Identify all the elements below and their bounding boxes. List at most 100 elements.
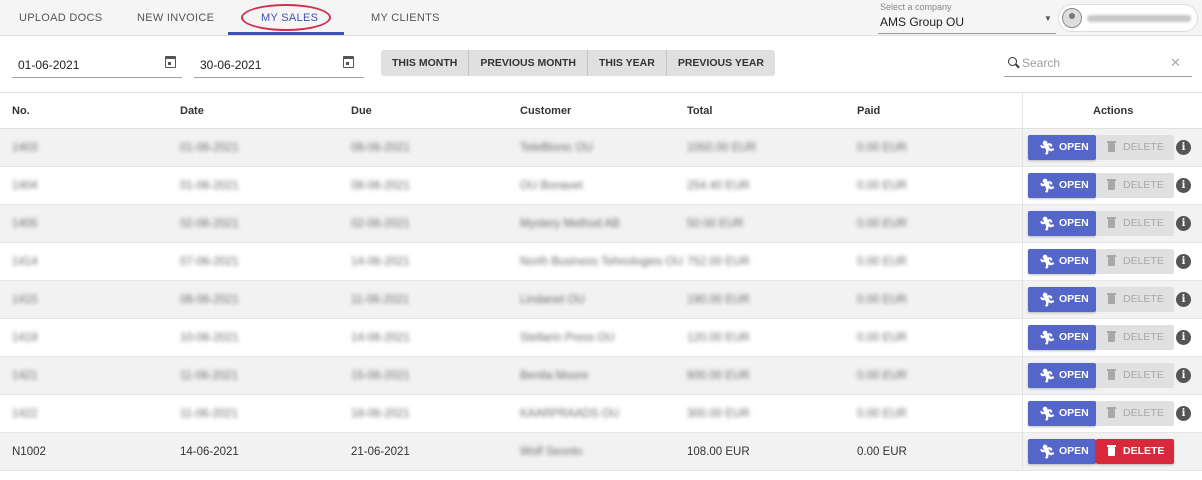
- this-year-button[interactable]: THIS YEAR: [588, 50, 667, 76]
- table-row[interactable]: 1415 08-06-2021 11-06-2021 Lindanet OÜ 190.0…: [0, 281, 1202, 319]
- cell-total: 50.00 EUR: [687, 218, 744, 230]
- info-icon[interactable]: i: [1176, 140, 1191, 155]
- cell-paid: 0.00 EUR: [857, 180, 907, 192]
- column-divider: [1022, 395, 1023, 432]
- company-select[interactable]: AMS Group OU: [880, 15, 964, 29]
- user-account-chip[interactable]: [1058, 4, 1198, 32]
- trash-icon: [1107, 255, 1116, 266]
- column-divider: [1022, 357, 1023, 394]
- open-button[interactable]: 🏃︎ OPEN: [1028, 173, 1096, 198]
- table-row[interactable]: 1422 11-06-2021 18-06-2021 KAARPRAADS OÜ 300…: [0, 395, 1202, 433]
- header-paid[interactable]: Paid: [857, 93, 880, 130]
- running-person-icon: 🏃︎: [1039, 292, 1056, 307]
- delete-button-label: DELETE: [1123, 407, 1164, 419]
- clear-icon[interactable]: ✕: [1170, 55, 1181, 71]
- cell-total: 600.00 EUR: [687, 370, 750, 382]
- table-row[interactable]: 1414 07-06-2021 14-06-2021 North Business T…: [0, 243, 1202, 281]
- open-button-label: OPEN: [1059, 369, 1089, 381]
- delete-button-label: DELETE: [1123, 179, 1164, 191]
- cell-customer: Wolf Seonto: [520, 446, 583, 458]
- table-row[interactable]: 1419 10-06-2021 14-06-2021 Stellarin Press …: [0, 319, 1202, 357]
- delete-button: DELETE: [1096, 401, 1174, 426]
- previous-month-button[interactable]: PREVIOUS MONTH: [469, 50, 589, 76]
- table-row[interactable]: 1421 11-06-2021 15-06-2021 Benita Moore 600.…: [0, 357, 1202, 395]
- cell-due: 08-06-2021: [351, 142, 410, 154]
- cell-date: 02-06-2021: [180, 218, 239, 230]
- cell-due: 08-06-2021: [351, 180, 410, 192]
- trash-icon: [1107, 179, 1116, 190]
- cell-paid: 0.00 EUR: [857, 218, 907, 230]
- cell-date: 14-06-2021: [180, 446, 239, 458]
- delete-button: DELETE: [1096, 173, 1174, 198]
- info-icon[interactable]: i: [1176, 330, 1191, 345]
- calendar-icon[interactable]: [343, 56, 354, 68]
- running-person-icon: 🏃︎: [1039, 330, 1056, 345]
- info-icon[interactable]: i: [1176, 368, 1191, 383]
- this-month-button[interactable]: THIS MONTH: [381, 50, 470, 76]
- cell-customer: Mystery Method AB: [520, 218, 620, 230]
- delete-button: DELETE: [1096, 249, 1174, 274]
- open-button[interactable]: 🏃︎ OPEN: [1028, 135, 1096, 160]
- header-total[interactable]: Total: [687, 93, 712, 130]
- open-button[interactable]: 🏃︎ OPEN: [1028, 363, 1096, 388]
- delete-button[interactable]: DELETE: [1096, 439, 1174, 464]
- table-row[interactable]: 1403 01-06-2021 08-06-2021 TeleBlonic OÜ 105…: [0, 129, 1202, 167]
- trash-icon: [1107, 141, 1116, 152]
- open-button[interactable]: 🏃︎ OPEN: [1028, 249, 1096, 274]
- header-due[interactable]: Due: [351, 93, 372, 130]
- cell-paid: 0.00 EUR: [857, 446, 907, 458]
- info-icon[interactable]: i: [1176, 254, 1191, 269]
- open-button[interactable]: 🏃︎ OPEN: [1028, 439, 1096, 464]
- open-button[interactable]: 🏃︎ OPEN: [1028, 287, 1096, 312]
- running-person-icon: 🏃︎: [1039, 178, 1056, 193]
- column-divider: [1022, 167, 1023, 204]
- open-button[interactable]: 🏃︎ OPEN: [1028, 401, 1096, 426]
- cell-date: 08-06-2021: [180, 294, 239, 306]
- dropdown-arrow-icon[interactable]: ▼: [1044, 14, 1052, 23]
- info-icon[interactable]: i: [1176, 406, 1191, 421]
- cell-due: 14-06-2021: [351, 332, 410, 344]
- info-icon[interactable]: i: [1176, 292, 1191, 307]
- cell-total: 190.00 EUR: [687, 294, 750, 306]
- info-icon[interactable]: i: [1176, 178, 1191, 193]
- table-row[interactable]: N1002 14-06-2021 21-06-2021 Wolf Seonto 108.…: [0, 433, 1202, 471]
- open-button-label: OPEN: [1059, 179, 1089, 191]
- date-from-field[interactable]: 01-06-2021: [12, 50, 182, 78]
- trash-icon: [1107, 407, 1116, 418]
- cell-date: 11-06-2021: [180, 408, 238, 420]
- cell-customer: OÜ Bonavet: [520, 180, 583, 192]
- cell-no: 1415: [12, 294, 38, 306]
- calendar-icon[interactable]: [165, 56, 176, 68]
- cell-date: 01-06-2021: [180, 180, 239, 192]
- search-icon: [1008, 57, 1017, 66]
- search-input[interactable]: [1022, 52, 1162, 74]
- open-button[interactable]: 🏃︎ OPEN: [1028, 211, 1096, 236]
- open-button[interactable]: 🏃︎ OPEN: [1028, 325, 1096, 350]
- table-row[interactable]: 1405 02-06-2021 02-06-2021 Mystery Method A…: [0, 205, 1202, 243]
- open-button-label: OPEN: [1059, 331, 1089, 343]
- running-person-icon: 🏃︎: [1039, 406, 1056, 421]
- date-to-field[interactable]: 30-06-2021: [194, 50, 364, 78]
- delete-button-label: DELETE: [1123, 255, 1164, 267]
- company-select-underline: [878, 33, 1056, 34]
- previous-year-button[interactable]: PREVIOUS YEAR: [667, 50, 775, 76]
- tab-upload-docs[interactable]: UPLOAD DOCS: [19, 0, 102, 36]
- header-no[interactable]: No.: [12, 93, 30, 130]
- cell-no: N1002: [12, 446, 46, 458]
- cell-no: 1421: [12, 370, 38, 382]
- top-nav-bar: UPLOAD DOCS NEW INVOICE MY SALES MY CLIE…: [0, 0, 1202, 36]
- tab-my-clients[interactable]: MY CLIENTS: [371, 0, 440, 36]
- trash-icon: [1107, 293, 1116, 304]
- delete-button: DELETE: [1096, 363, 1174, 388]
- tab-new-invoice[interactable]: NEW INVOICE: [137, 0, 214, 36]
- cell-no: 1419: [12, 332, 38, 344]
- info-icon[interactable]: i: [1176, 216, 1191, 231]
- cell-due: 21-06-2021: [351, 446, 410, 458]
- table-row[interactable]: 1404 01-06-2021 08-06-2021 OÜ Bonavet 254.40…: [0, 167, 1202, 205]
- cell-total: 752.00 EUR: [687, 256, 750, 268]
- company-select-label: Select a company: [880, 2, 952, 12]
- header-customer[interactable]: Customer: [520, 93, 571, 130]
- column-divider: [1022, 433, 1023, 470]
- cell-no: 1422: [12, 408, 38, 420]
- header-date[interactable]: Date: [180, 93, 204, 130]
